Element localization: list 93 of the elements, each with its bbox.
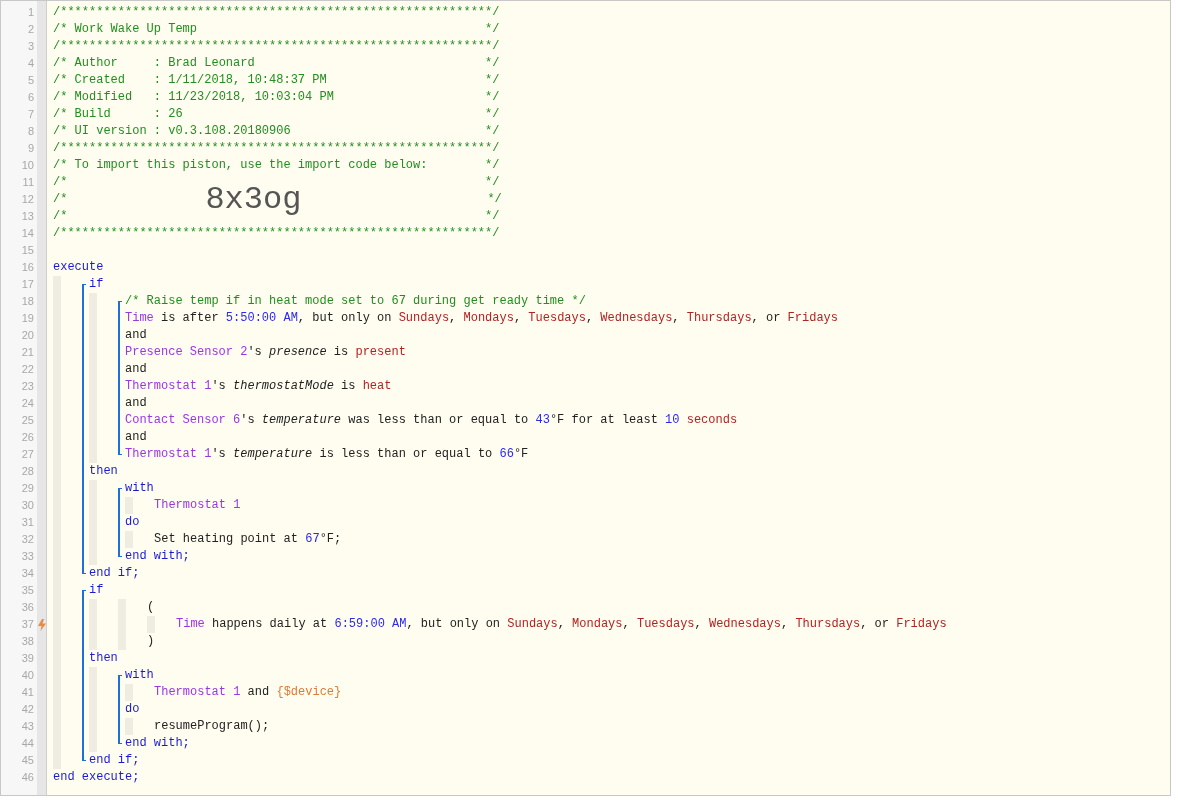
line-number: 32 bbox=[20, 532, 35, 547]
line-number: 22 bbox=[20, 362, 35, 377]
line-number: 28 bbox=[20, 464, 35, 479]
line-number: 19 bbox=[20, 311, 35, 326]
line-number: 30 bbox=[20, 498, 35, 513]
code-line: /* Raise temp if in heat mode set to 67 during get ready time */ bbox=[125, 294, 586, 308]
line-number: 43 bbox=[20, 719, 35, 734]
line-number: 44 bbox=[20, 736, 35, 751]
line-number: 6 bbox=[26, 90, 35, 105]
line-number: 18 bbox=[20, 294, 35, 309]
line-number: 25 bbox=[20, 413, 35, 428]
code-line: Set heating point at 67°F; bbox=[154, 532, 342, 546]
line-number: 1 bbox=[26, 5, 35, 20]
code-line: then bbox=[89, 651, 118, 665]
code-line: and bbox=[125, 328, 147, 342]
line-number: 8 bbox=[26, 124, 35, 139]
line-number: 9 bbox=[26, 141, 35, 156]
code-line: if bbox=[89, 277, 104, 291]
line-number: 46 bbox=[20, 770, 35, 785]
line-number: 24 bbox=[20, 396, 35, 411]
code-line: end execute; bbox=[53, 770, 140, 784]
code-comment: */ bbox=[487, 192, 502, 206]
code-line: /* Build : 26 */ bbox=[53, 107, 500, 121]
line-number: 14 bbox=[20, 226, 35, 241]
line-number: 45 bbox=[20, 753, 35, 768]
line-number: 36 bbox=[20, 600, 35, 615]
line-number: 39 bbox=[20, 651, 35, 666]
code-line: resumeProgram(); bbox=[154, 719, 270, 733]
code-line: /* Work Wake Up Temp */ bbox=[53, 22, 500, 36]
line-number: 26 bbox=[20, 430, 35, 445]
code-line: /* Modified : 11/23/2018, 10:03:04 PM */ bbox=[53, 90, 500, 104]
line-number: 7 bbox=[26, 107, 35, 122]
line-number: 37 bbox=[20, 617, 35, 632]
code-line: Thermostat 1 and {$device} bbox=[154, 685, 342, 699]
code-line: and bbox=[125, 362, 147, 376]
code-line: execute bbox=[53, 260, 104, 274]
line-number: 10 bbox=[20, 158, 35, 173]
line-number: 21 bbox=[20, 345, 35, 360]
line-number: 42 bbox=[20, 702, 35, 717]
block-bracket bbox=[118, 488, 122, 557]
line-number: 27 bbox=[20, 447, 35, 462]
code-line: Contact Sensor 6's temperature was less than or equal to 43°F for at least 10 seconds bbox=[125, 413, 738, 427]
code-line: Thermostat 1 bbox=[154, 498, 241, 512]
code-line: end if; bbox=[89, 753, 140, 767]
line-number: 11 bbox=[21, 175, 35, 190]
code-line: end if; bbox=[89, 566, 140, 580]
code-line: ) bbox=[147, 634, 155, 648]
line-number: 20 bbox=[20, 328, 35, 343]
line-number: 5 bbox=[26, 73, 35, 88]
line-number: 12 bbox=[20, 192, 35, 207]
code-line: do bbox=[125, 515, 140, 529]
line-number: 33 bbox=[20, 549, 35, 564]
line-number: 16 bbox=[20, 260, 35, 275]
code-line: do bbox=[125, 702, 140, 716]
code-line: if bbox=[89, 583, 104, 597]
line-number: 13 bbox=[20, 209, 35, 224]
code-line: Thermostat 1's thermostatMode is heat bbox=[125, 379, 392, 393]
line-number: 15 bbox=[20, 243, 35, 258]
code-line: end with; bbox=[125, 549, 190, 563]
line-number: 23 bbox=[20, 379, 35, 394]
lightning-icon bbox=[37, 618, 46, 631]
line-number: 38 bbox=[20, 634, 35, 649]
code-line: and bbox=[125, 396, 147, 410]
code-line: /************************************************************/ bbox=[53, 226, 500, 240]
code-line: /************************************************************/ bbox=[53, 39, 500, 53]
code-line: then bbox=[89, 464, 118, 478]
code-line: with bbox=[125, 668, 154, 682]
code-line: /* UI version : v0.3.108.20180906 */ bbox=[53, 124, 500, 138]
code-line: Time is after 5:50:00 AM, but only on Sundays, Mondays, Tuesdays, Wednesdays, Thursdays, or Fridays bbox=[125, 311, 838, 325]
code-comment: /* bbox=[53, 192, 68, 206]
code-line: /************************************************************/ bbox=[53, 5, 500, 19]
line-number: 2 bbox=[26, 22, 35, 37]
code-line: ( bbox=[147, 600, 155, 614]
line-number: 3 bbox=[26, 39, 35, 54]
line-number: 29 bbox=[20, 481, 35, 496]
code-line: /* Author : Brad Leonard */ bbox=[53, 56, 500, 70]
line-number: 35 bbox=[20, 583, 35, 598]
code-line: /* To import this piston, use the import code below: */ bbox=[53, 158, 500, 172]
line-number: 17 bbox=[20, 277, 35, 292]
code-line: Presence Sensor 2's presence is present bbox=[125, 345, 406, 359]
code-line: with bbox=[125, 481, 154, 495]
block-bracket bbox=[118, 675, 122, 744]
line-number: 4 bbox=[26, 56, 35, 71]
code-line: end with; bbox=[125, 736, 190, 750]
code-line: /* Created : 1/11/2018, 10:48:37 PM */ bbox=[53, 73, 500, 87]
line-number: 34 bbox=[20, 566, 35, 581]
code-line: and bbox=[125, 430, 147, 444]
code-line: /************************************************************/ bbox=[53, 141, 500, 155]
code-line: Time happens daily at 6:59:00 AM, but only on Sundays, Mondays, Tuesdays, Wednesdays, Thursdays, or Fridays bbox=[176, 617, 947, 631]
line-number: 31 bbox=[20, 515, 35, 530]
code-line: Thermostat 1's temperature is less than or equal to 66°F bbox=[125, 447, 529, 461]
line-number: 41 bbox=[20, 685, 35, 700]
line-number: 40 bbox=[20, 668, 35, 683]
